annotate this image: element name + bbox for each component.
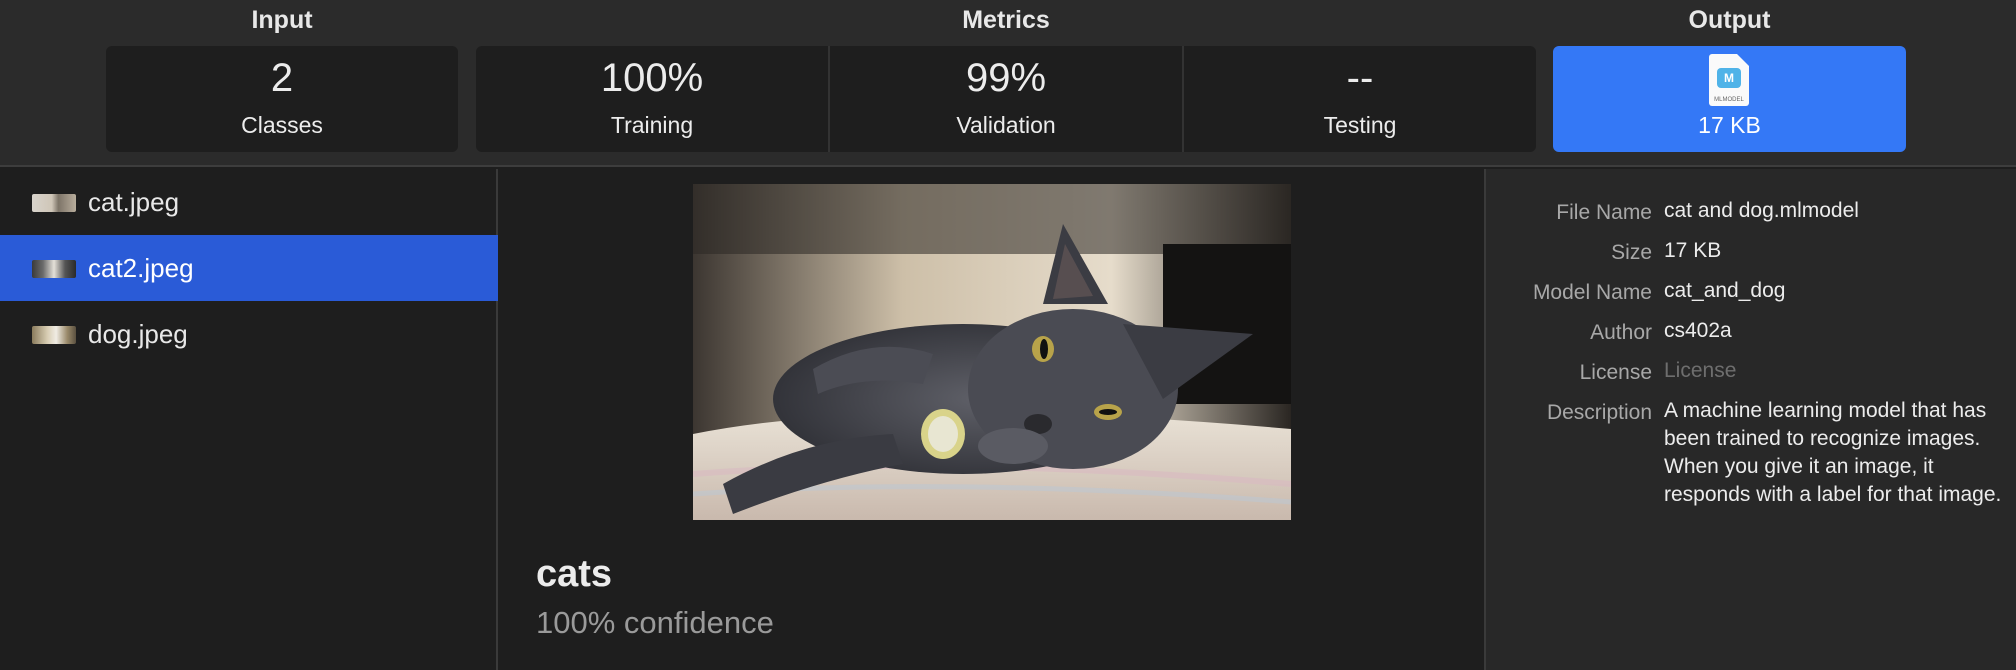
testing-label: Testing xyxy=(1323,112,1397,138)
detail-key: License xyxy=(1579,361,1652,384)
training-label: Training xyxy=(610,112,694,138)
detail-key: Description xyxy=(1546,401,1652,424)
mlmodel-badge: M xyxy=(1717,68,1741,88)
training-metric: 100% Training xyxy=(476,46,828,152)
detail-value: cat_and_dog xyxy=(1664,279,1786,302)
file-item-label: cat2.jpeg xyxy=(88,253,194,283)
mlmodel-file-icon[interactable]: M MLMODEL xyxy=(1709,54,1749,106)
mlmodel-caption: MLMODEL xyxy=(1714,97,1744,103)
file-item-cat[interactable]: cat.jpeg xyxy=(0,169,498,235)
classes-count: 2 xyxy=(270,56,294,100)
model-details-panel: File Name cat and dog.mlmodel Size 17 KB… xyxy=(1484,169,2016,670)
validation-accuracy: 99% xyxy=(965,56,1047,100)
file-item-label: dog.jpeg xyxy=(88,319,188,349)
output-section-title: Output xyxy=(1688,6,1771,34)
dog-thumbnail xyxy=(32,326,76,344)
prediction-confidence: 100% confidence xyxy=(536,605,774,640)
detail-value: cat and dog.mlmodel xyxy=(1664,199,1859,222)
training-accuracy: 100% xyxy=(600,56,704,100)
preview-image xyxy=(693,184,1291,520)
detail-key: Author xyxy=(1590,321,1652,344)
detail-key: File Name xyxy=(1556,201,1652,224)
cat-photo xyxy=(693,184,1291,520)
classes-metric: 2 Classes xyxy=(106,46,458,152)
file-item-dog[interactable]: dog.jpeg xyxy=(0,301,498,367)
file-item-label: cat.jpeg xyxy=(88,187,180,217)
cat2-thumbnail xyxy=(32,260,76,278)
cat-thumbnail xyxy=(32,194,76,212)
license-field[interactable]: License xyxy=(1664,357,2004,385)
detail-key: Size xyxy=(1611,241,1652,264)
metrics-header: Input Metrics Output 2 Classes 100% Trai… xyxy=(0,0,2016,167)
output-model-card[interactable]: M MLMODEL 17 KB xyxy=(1553,46,1906,152)
detail-value: 17 KB xyxy=(1664,239,1722,262)
detail-value: cs402a xyxy=(1664,319,1732,342)
testing-accuracy: -- xyxy=(1346,56,1374,100)
description-field[interactable]: A machine learning model that has been t… xyxy=(1664,397,2004,509)
preview-pane: cats 100% confidence xyxy=(500,169,1484,670)
input-section-title: Input xyxy=(251,6,313,34)
validation-label: Validation xyxy=(956,112,1056,138)
detail-key: Model Name xyxy=(1532,281,1652,304)
file-list: cat.jpeg cat2.jpeg dog.jpeg xyxy=(0,169,498,670)
validation-metric: 99% Validation xyxy=(828,46,1182,152)
testing-metric: -- Testing xyxy=(1182,46,1536,152)
metrics-section-title: Metrics xyxy=(962,6,1050,34)
classes-label: Classes xyxy=(241,112,323,138)
input-card[interactable]: 2 Classes xyxy=(106,46,458,152)
output-size: 17 KB xyxy=(1698,112,1761,138)
prediction-label: cats xyxy=(536,553,613,595)
metrics-card[interactable]: 100% Training 99% Validation -- Testing xyxy=(476,46,1536,152)
file-item-cat2[interactable]: cat2.jpeg xyxy=(0,235,498,301)
